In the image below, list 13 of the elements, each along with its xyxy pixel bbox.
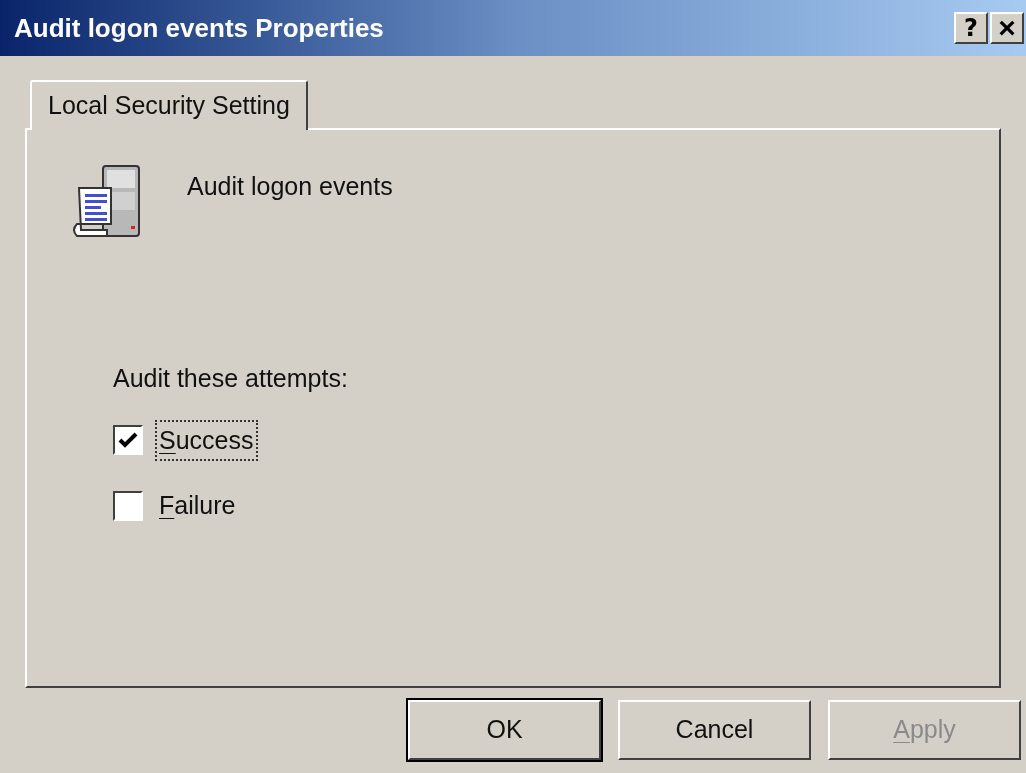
policy-name: Audit logon events bbox=[187, 171, 393, 202]
checkbox[interactable] bbox=[113, 425, 143, 456]
section-label: Audit these attempts: bbox=[113, 363, 349, 394]
close-button[interactable]: × bbox=[990, 12, 1024, 44]
tab[interactable]: Local Security Setting bbox=[30, 80, 308, 130]
window-title: Audit logon events Properties bbox=[14, 11, 384, 45]
dialog-button[interactable]: OK bbox=[408, 700, 601, 760]
checkbox-label[interactable]: Failure bbox=[155, 485, 240, 527]
checkbox[interactable] bbox=[113, 490, 143, 521]
dialog-button[interactable]: Cancel bbox=[618, 700, 811, 760]
check-icon bbox=[118, 432, 138, 449]
help-button[interactable]: ? bbox=[954, 12, 988, 44]
checkbox-label[interactable]: Success bbox=[155, 419, 258, 461]
